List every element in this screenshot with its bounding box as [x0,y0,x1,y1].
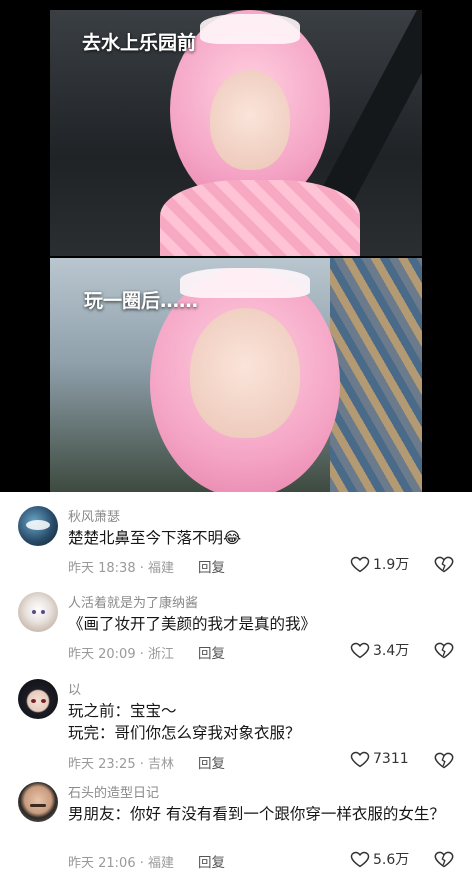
comment-text-line: 男朋友：你好 有没有看到一个跟你穿一样衣服的女生？ [68,805,445,823]
video-player[interactable]: 去水上乐园前 玩一圈后…… [0,0,472,492]
video-caption-top: 去水上乐园前 [82,32,197,54]
like-button[interactable]: 1.9万 [350,554,409,574]
headdress-bow-shape [200,14,300,44]
like-count: 3.4万 [373,643,410,659]
comment-location: 吉林 [148,757,175,772]
comment-item: 石头的造型日记 男朋友：你好 有没有看到一个跟你穿一样衣服的女生？ 昨天 21:… [0,778,472,874]
dislike-icon[interactable] [434,640,454,660]
comment-text-line: 玩之前：宝宝～ [68,702,177,720]
like-button[interactable]: 5.6万 [350,849,409,869]
comment-text: 楚楚北鼻至今下落不明😂 [68,527,452,549]
comment-text: 男朋友：你好 有没有看到一个跟你穿一样衣服的女生？ [68,803,452,825]
comment-text: 《画了妆开了美颜的我才是真的我》 [68,613,452,635]
avatar[interactable] [18,782,58,822]
comment-meta: 昨天 21:06 · 福建 [68,856,175,871]
comment-meta: 昨天 23:25 · 吉林 [68,757,175,772]
reply-button[interactable]: 回复 [198,642,225,662]
comment-location: 福建 [148,561,175,576]
video-frame-after: 玩一圈后…… [50,258,422,492]
dislike-icon[interactable] [434,554,454,574]
face-shape-2 [190,308,300,438]
avatar[interactable] [18,506,58,546]
dislike-icon[interactable] [434,849,454,869]
colorful-wall-shape [330,258,422,492]
comment-list[interactable]: 秋风萧瑟 楚楚北鼻至今下落不明😂 昨天 18:38 · 福建 回复 1.9万 人… [0,492,472,874]
comment-username[interactable]: 秋风萧瑟 [68,506,120,525]
comment-item: 秋风萧瑟 楚楚北鼻至今下落不明😂 昨天 18:38 · 福建 回复 1.9万 [0,502,472,590]
comment-text-line: 楚楚北鼻至今下落不明 [68,529,224,547]
heart-icon [350,851,370,868]
heart-icon [350,556,370,573]
comment-item: 以 玩之前：宝宝～ 玩完：哥们你怎么穿我对象衣服？ 昨天 23:25 · 吉林 … [0,675,472,779]
comment-meta: 昨天 20:09 · 浙江 [68,647,175,662]
comment-text-line: 《画了妆开了美颜的我才是真的我》 [68,615,317,633]
comment-time: 昨天 18:38 [68,561,136,576]
like-button[interactable]: 7311 [350,750,409,768]
like-count: 5.6万 [373,852,410,868]
comment-time: 昨天 21:06 [68,856,136,871]
laughing-emoji-icon: 😂 [223,529,242,547]
like-button[interactable]: 3.4万 [350,640,409,660]
headdress-bow-shape-2 [180,268,310,298]
dress-shape [160,180,360,256]
like-count: 1.9万 [373,557,410,573]
comment-time: 昨天 23:25 [68,757,136,772]
comment-username[interactable]: 石头的造型日记 [68,782,159,801]
reply-button[interactable]: 回复 [198,556,225,576]
video-caption-bottom: 玩一圈后…… [84,290,199,312]
comment-meta: 昨天 18:38 · 福建 [68,561,175,576]
avatar[interactable] [18,592,58,632]
comment-username[interactable]: 人活着就是为了康纳酱 [68,592,198,611]
heart-icon [350,751,370,768]
heart-icon [350,642,370,659]
comment-location: 浙江 [148,647,175,662]
dislike-icon[interactable] [434,750,454,770]
comment-location: 福建 [148,856,175,871]
video-frame-before: 去水上乐园前 [50,10,422,256]
reply-button[interactable]: 回复 [198,752,225,772]
comment-item: 人活着就是为了康纳酱 《画了妆开了美颜的我才是真的我》 昨天 20:09 · 浙… [0,588,472,676]
like-count: 7311 [373,751,409,767]
comment-text: 玩之前：宝宝～ 玩完：哥们你怎么穿我对象衣服？ [68,700,452,744]
avatar[interactable] [18,679,58,719]
comment-time: 昨天 20:09 [68,647,136,662]
comment-username[interactable]: 以 [68,679,81,698]
face-shape [210,70,290,170]
reply-button[interactable]: 回复 [198,851,225,871]
comment-text-line: 玩完：哥们你怎么穿我对象衣服？ [68,724,301,742]
